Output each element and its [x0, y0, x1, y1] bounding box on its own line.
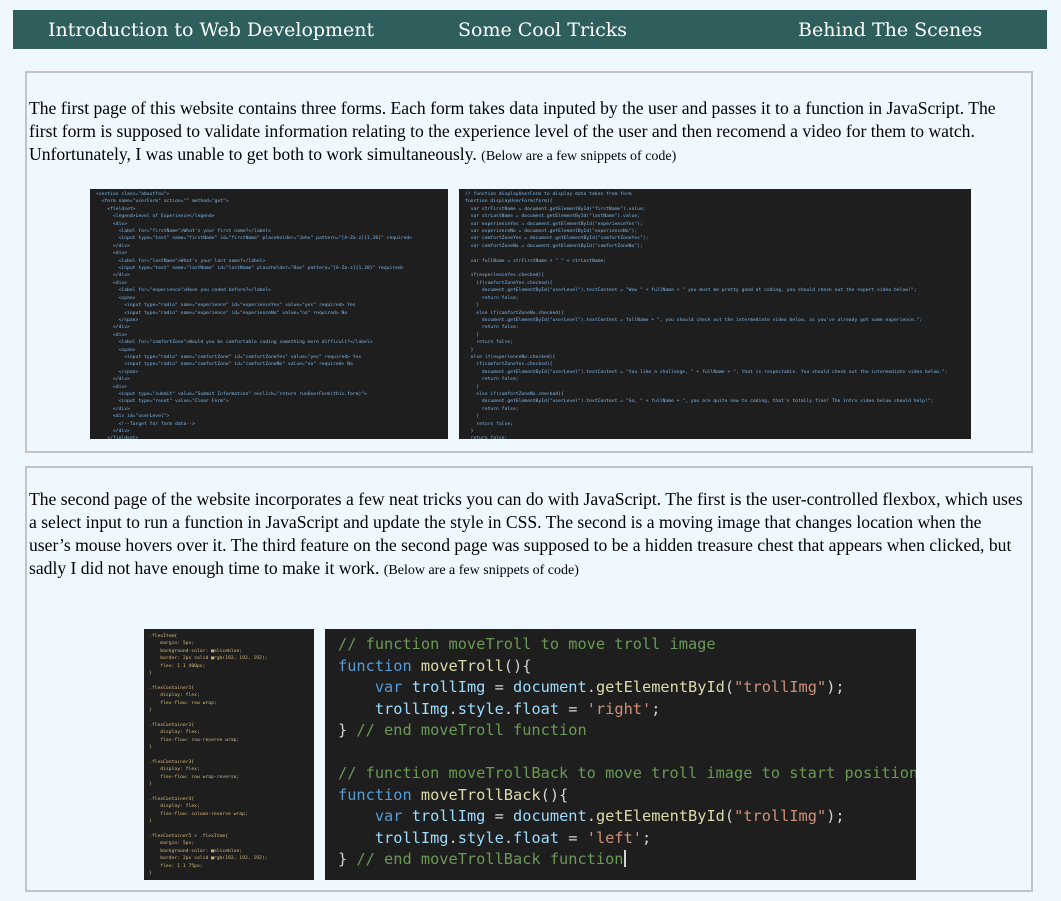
text-cursor	[623, 850, 626, 867]
section-forms: The first page of this website contains …	[25, 71, 1033, 453]
top-nav: Introduction to Web Development Some Coo…	[13, 10, 1047, 49]
section-tricks-note: (Below are a few snippets of code)	[383, 563, 579, 578]
nav-link-cool-tricks[interactable]: Some Cool Tricks	[458, 19, 627, 41]
code-snippet-js-form: // function displayUserForm to display d…	[459, 189, 971, 439]
code-text-js-troll: // function moveTroll to move troll imag…	[338, 635, 916, 868]
section-tricks-text: The second page of the website incorpora…	[29, 488, 1027, 582]
code-snippet-js-troll: // function moveTroll to move troll imag…	[325, 629, 916, 880]
nav-link-behind-the-scenes[interactable]: Behind The Scenes	[798, 19, 982, 41]
code-text-js-form: // function displayUserForm to display d…	[465, 192, 948, 439]
code-snippet-html-form: <section class="aboutYou"> <form name="u…	[90, 189, 448, 439]
code-snippet-css-flex: .flexItem{ margin: 5px; background-color…	[144, 629, 314, 880]
code-text-css-flex: .flexItem{ margin: 5px; background-color…	[149, 634, 268, 876]
nav-link-intro[interactable]: Introduction to Web Development	[48, 19, 374, 41]
section-forms-note: (Below are a few snippets of code)	[481, 149, 677, 164]
code-text-html-form: <section class="aboutYou"> <form name="u…	[96, 192, 413, 439]
section-forms-text: The first page of this website contains …	[29, 97, 1027, 168]
section-cool-tricks: The second page of the website incorpora…	[25, 466, 1033, 892]
